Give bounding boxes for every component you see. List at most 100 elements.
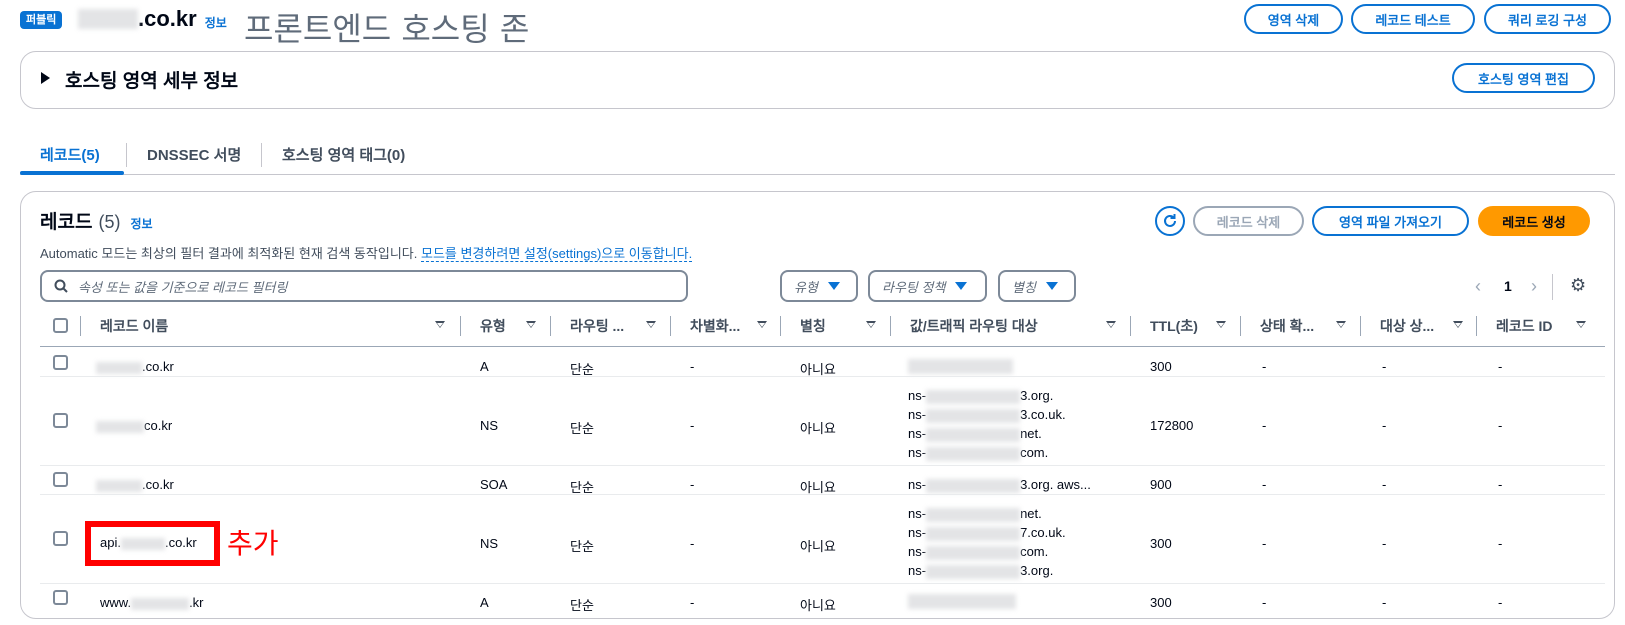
record-diff: - — [690, 536, 695, 551]
annotation-label: 추가 — [227, 527, 279, 560]
record-name[interactable]: .co.kr — [96, 359, 174, 374]
row-checkbox[interactable] — [53, 355, 68, 370]
import-zone-file-button[interactable]: 영역 파일 가져오기 — [1312, 206, 1469, 236]
col-routing[interactable]: 라우팅 ... — [570, 308, 624, 344]
record-name[interactable]: .co.kr — [96, 477, 174, 492]
col-type[interactable]: 유형 — [480, 308, 506, 344]
ns-suffix: 3.org. — [1020, 563, 1054, 578]
col-alias[interactable]: 별칭 — [800, 308, 826, 344]
column-divider — [1130, 316, 1131, 336]
select-all-checkbox[interactable] — [53, 318, 68, 333]
row-divider — [40, 494, 1605, 495]
edit-zone-button[interactable]: 호스팅 영역 편집 — [1452, 63, 1595, 93]
tab-records[interactable]: 레코드(5) — [40, 133, 100, 175]
sort-icon[interactable] — [757, 321, 767, 328]
record-diff: - — [690, 595, 695, 610]
query-logging-button[interactable]: 쿼리 로깅 구성 — [1484, 4, 1611, 34]
col-health-check[interactable]: 상태 확... — [1260, 308, 1314, 344]
refresh-button[interactable] — [1155, 206, 1185, 236]
ns-prefix: ns- — [908, 563, 927, 578]
sort-icon[interactable] — [526, 321, 536, 328]
ns-value: ns- 3.org. — [908, 561, 1066, 580]
record-target: - — [1382, 418, 1387, 433]
redacted-text — [926, 478, 1021, 493]
sort-icon[interactable] — [866, 321, 876, 328]
sort-icon[interactable] — [1336, 321, 1346, 328]
routing-filter[interactable]: 라우팅 정책 — [868, 270, 987, 302]
records-info-link[interactable]: 정보 — [130, 215, 152, 232]
settings-link[interactable]: 모드를 변경하려면 설정(settings)으로 이동합니다. — [420, 246, 693, 262]
prev-page-icon[interactable]: ‹ — [1475, 276, 1481, 297]
ns-suffix: 3.co.uk. — [1020, 407, 1066, 422]
record-target: - — [1382, 536, 1387, 551]
column-divider — [780, 316, 781, 336]
record-type: NS — [480, 418, 499, 433]
column-divider — [670, 316, 671, 336]
test-record-button[interactable]: 레코드 테스트 — [1351, 4, 1475, 34]
sort-icon[interactable] — [1453, 321, 1463, 328]
record-ttl: 300 — [1150, 595, 1172, 610]
record-value — [908, 358, 1013, 375]
record-diff: - — [690, 477, 695, 492]
record-name-suffix: .kr — [189, 595, 204, 610]
redacted-text — [131, 597, 190, 610]
col-target-health[interactable]: 대상 상... — [1380, 308, 1434, 344]
ns-suffix: 7.co.uk. — [1020, 525, 1066, 540]
redacted-text — [120, 537, 165, 550]
record-name-suffix: .co.kr — [142, 359, 174, 374]
create-record-button[interactable]: 레코드 생성 — [1478, 206, 1590, 236]
row-checkbox[interactable] — [53, 590, 68, 605]
page-title: 프론트엔드 호스팅 존 — [244, 10, 530, 48]
col-differentiation[interactable]: 차별화... — [690, 308, 740, 344]
sort-icon[interactable] — [1576, 321, 1586, 328]
ns-value: ns- 3.co.uk. — [908, 405, 1066, 424]
sort-icon[interactable] — [646, 321, 656, 328]
row-checkbox[interactable] — [53, 531, 68, 546]
delete-record-button[interactable]: 레코드 삭제 — [1193, 206, 1304, 236]
sort-icon[interactable] — [435, 321, 445, 328]
next-page-icon[interactable]: › — [1531, 276, 1537, 297]
row-checkbox[interactable] — [53, 413, 68, 428]
caret-down-icon — [827, 282, 840, 290]
sort-icon[interactable] — [1106, 321, 1116, 328]
active-tab-indicator — [20, 171, 124, 175]
tabs: 레코드(5) DNSSEC 서명 호스팅 영역 태그(0) — [20, 133, 1615, 175]
col-record-name[interactable]: 레코드 이름 — [100, 308, 168, 344]
ns-value: ns-net. — [908, 504, 1066, 523]
redacted-text — [926, 507, 1021, 522]
search-icon — [54, 279, 68, 293]
tab-tags[interactable]: 호스팅 영역 태그(0) — [282, 133, 405, 175]
record-name[interactable]: co.kr — [96, 418, 172, 433]
col-value[interactable]: 값/트래픽 라우팅 대상 — [910, 308, 1038, 344]
info-link[interactable]: 정보 — [205, 14, 227, 31]
record-value: ns- 3.org. ns- 3.co.uk. ns-net. ns-com. — [908, 386, 1066, 462]
current-page[interactable]: 1 — [1504, 278, 1512, 294]
record-id: - — [1498, 418, 1503, 433]
redacted-text — [96, 420, 144, 433]
sort-icon[interactable] — [1216, 321, 1226, 328]
ns-prefix: ns- — [908, 506, 927, 521]
caret-right-icon[interactable] — [41, 72, 50, 84]
col-ttl[interactable]: TTL(초) — [1150, 308, 1198, 344]
col-record-id[interactable]: 레코드 ID — [1496, 308, 1553, 344]
record-health: - — [1262, 418, 1267, 433]
record-target: - — [1382, 477, 1387, 492]
tab-dnssec[interactable]: DNSSEC 서명 — [147, 133, 241, 175]
zone-details-title[interactable]: 호스팅 영역 세부 정보 — [65, 66, 238, 93]
record-routing: 단순 — [570, 421, 594, 436]
search-input[interactable]: 속성 또는 값을 기준으로 레코드 필터링 — [40, 270, 688, 302]
alias-filter[interactable]: 별칭 — [998, 270, 1076, 302]
column-divider — [550, 316, 551, 336]
record-value: ns-net. ns- 7.co.uk. ns-com. ns- 3.org. — [908, 504, 1066, 580]
redacted-text — [96, 479, 142, 492]
type-filter[interactable]: 유형 — [780, 270, 858, 302]
row-checkbox[interactable] — [53, 472, 68, 487]
redacted-text — [926, 427, 1021, 442]
record-name[interactable]: www. .kr — [100, 595, 204, 610]
settings-gear-icon[interactable]: ⚙ — [1570, 275, 1586, 296]
record-name[interactable]: api. .co.kr — [100, 535, 197, 550]
zone-details-panel: 호스팅 영역 세부 정보 호스팅 영역 편집 — [20, 51, 1615, 109]
delete-zone-button[interactable]: 영역 삭제 — [1244, 4, 1343, 34]
record-name-prefix: api. — [100, 535, 121, 550]
ns-prefix: ns- — [908, 477, 927, 492]
